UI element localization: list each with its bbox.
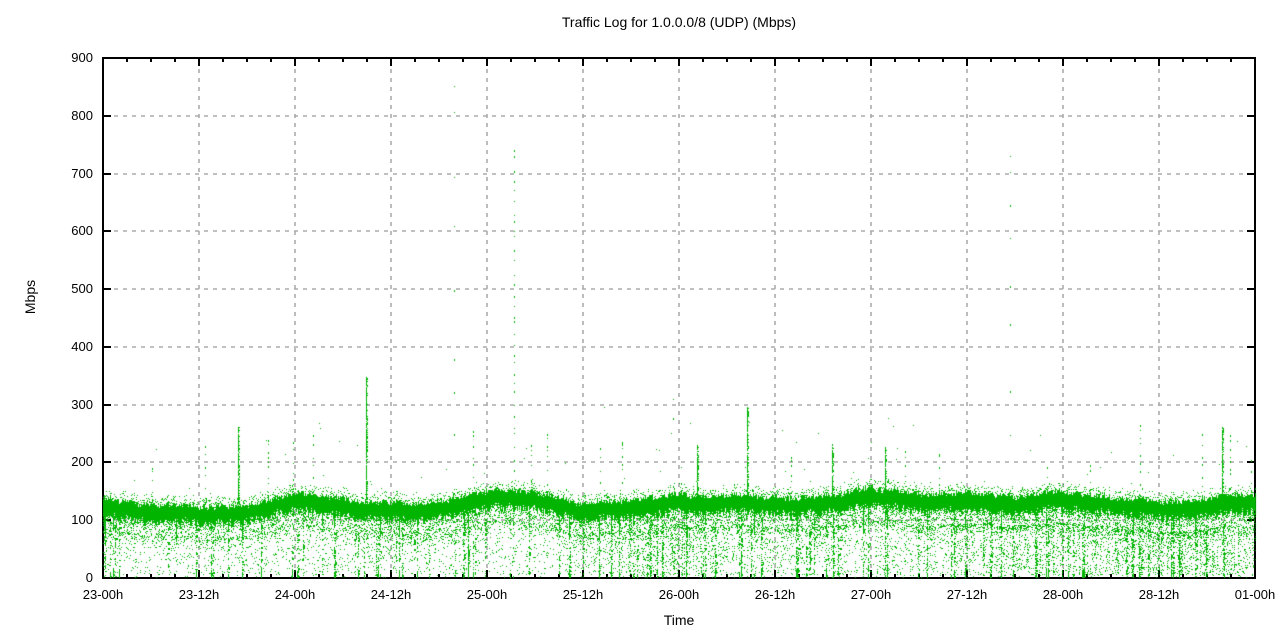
x-tick-label: 28-12h (1114, 587, 1204, 602)
x-tick-label: 27-00h (826, 587, 916, 602)
y-tick-label: 100 (33, 512, 93, 528)
x-tick-label: 01-00h (1210, 587, 1280, 602)
x-tick-label: 24-00h (250, 587, 340, 602)
x-tick-label: 26-12h (730, 587, 820, 602)
y-tick-label: 200 (33, 454, 93, 470)
y-tick-label: 900 (33, 50, 93, 66)
y-tick-label: 700 (33, 166, 93, 182)
y-tick-label: 500 (33, 281, 93, 297)
x-tick-label: 25-12h (538, 587, 628, 602)
y-tick-label: 300 (33, 397, 93, 413)
scatter-canvas (0, 0, 1280, 640)
x-axis-label: Time (103, 612, 1255, 628)
x-tick-label: 26-00h (634, 587, 724, 602)
y-tick-label: 400 (33, 339, 93, 355)
x-tick-label: 23-12h (154, 587, 244, 602)
x-tick-label: 24-12h (346, 587, 436, 602)
x-tick-label: 23-00h (58, 587, 148, 602)
x-tick-label: 28-00h (1018, 587, 1108, 602)
y-tick-label: 800 (33, 108, 93, 124)
x-tick-label: 25-00h (442, 587, 532, 602)
traffic-log-chart: Traffic Log for 1.0.0.0/8 (UDP) (Mbps) M… (0, 0, 1280, 640)
y-tick-label: 600 (33, 223, 93, 239)
y-tick-label: 0 (33, 570, 93, 586)
x-tick-label: 27-12h (922, 587, 1012, 602)
